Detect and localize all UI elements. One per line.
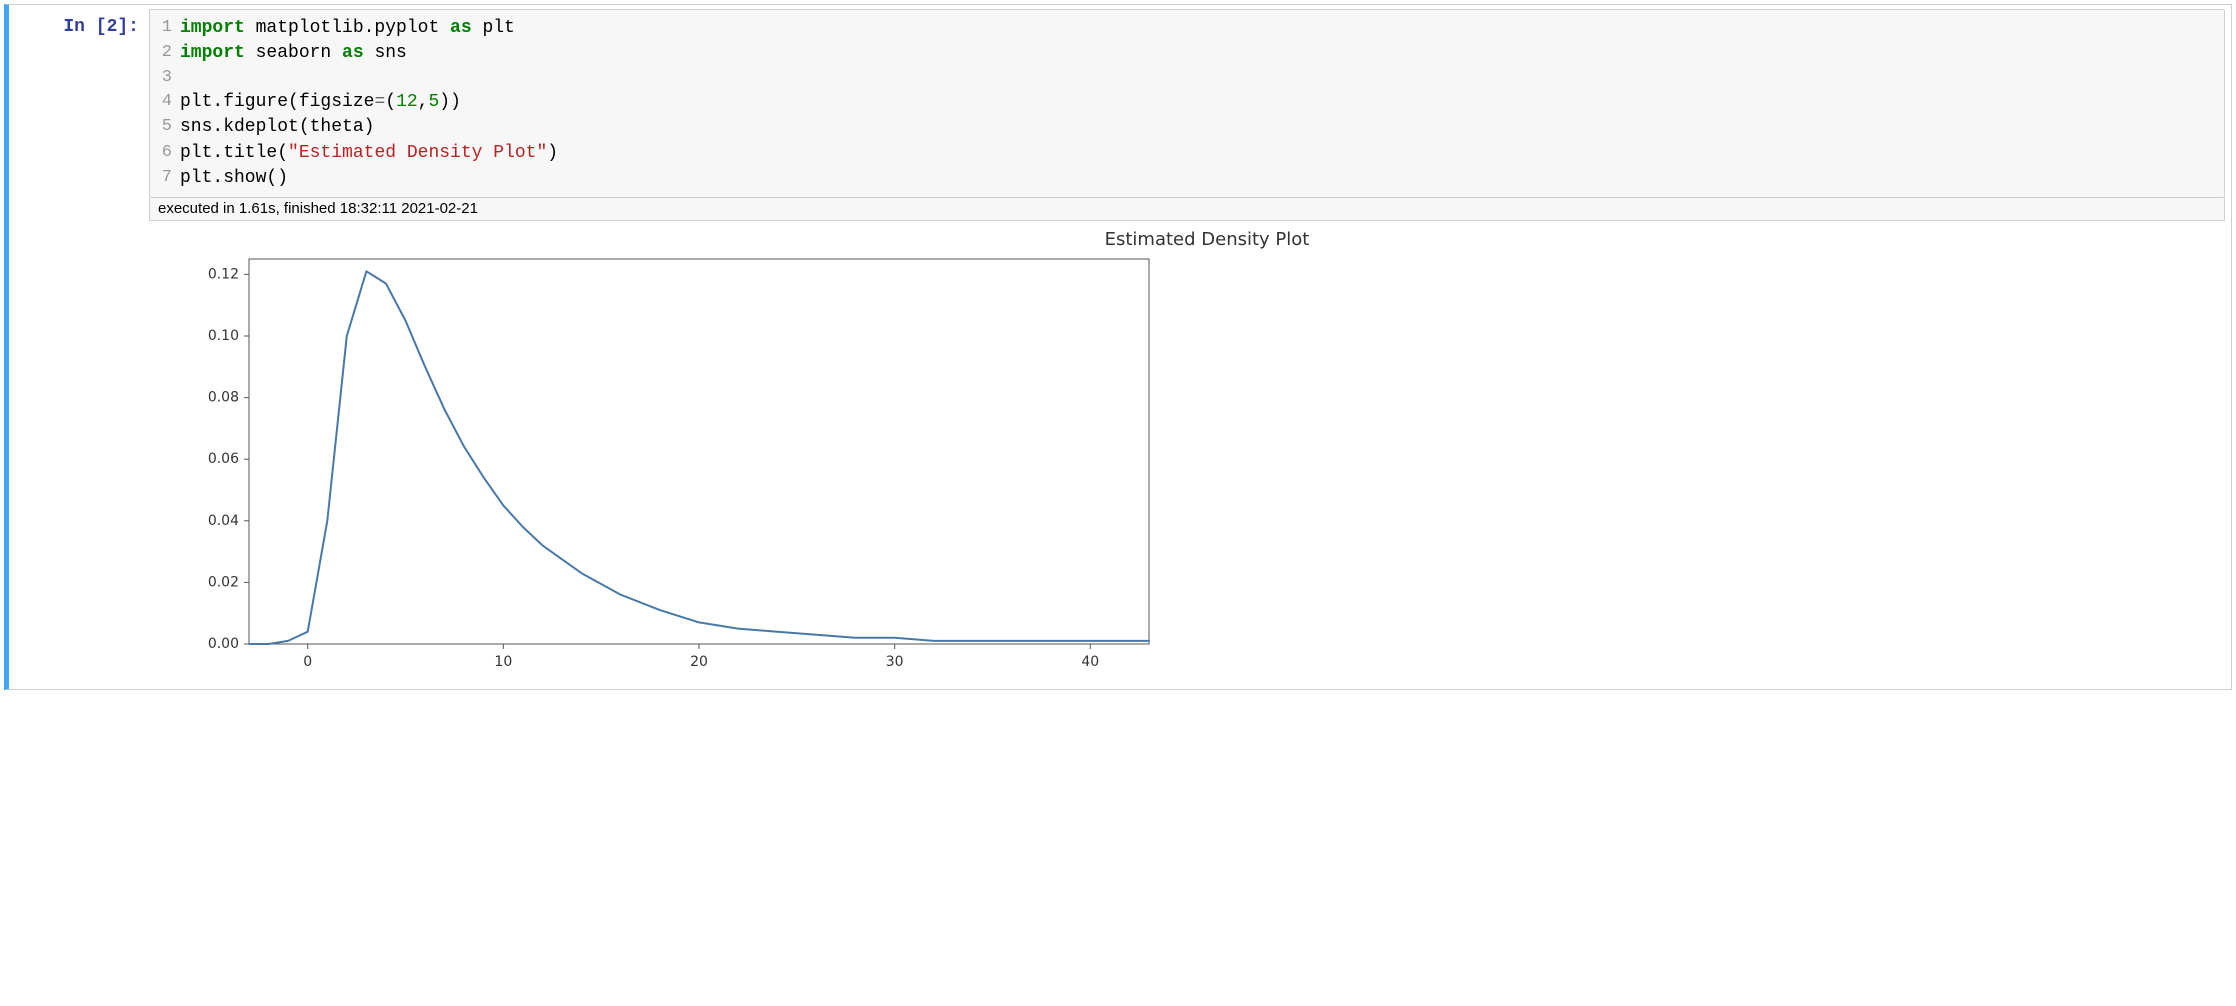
ytick-label: 0.04 (208, 513, 239, 529)
code-text[interactable]: sns.kdeplot(theta) (180, 115, 2224, 140)
line-number: 5 (150, 115, 180, 140)
code-text[interactable] (180, 66, 2224, 90)
code-text[interactable]: plt.show() (180, 166, 2224, 191)
chart: Estimated Density Plot 0.000.020.040.060… (189, 229, 2225, 679)
density-line (249, 271, 1149, 644)
output-area: Estimated Density Plot 0.000.020.040.060… (149, 221, 2225, 679)
ytick-label: 0.00 (208, 636, 239, 652)
input-prompt: In [2]: (9, 5, 149, 689)
ytick-label: 0.10 (208, 328, 239, 344)
chart-title: Estimated Density Plot (189, 229, 2225, 250)
xtick-label: 0 (303, 654, 312, 670)
xtick-label: 10 (494, 654, 512, 670)
line-number: 1 (150, 16, 180, 41)
code-line[interactable]: 7plt.show() (150, 166, 2224, 191)
ytick-label: 0.02 (208, 574, 239, 590)
cell-body: 1import matplotlib.pyplot as plt2import … (149, 5, 2231, 689)
code-lines[interactable]: 1import matplotlib.pyplot as plt2import … (150, 10, 2224, 197)
line-number: 4 (150, 90, 180, 115)
code-text[interactable]: import seaborn as sns (180, 41, 2224, 66)
code-text[interactable]: import matplotlib.pyplot as plt (180, 16, 2224, 41)
ytick-label: 0.06 (208, 451, 239, 467)
xtick-label: 30 (886, 654, 904, 670)
notebook-cell: In [2]: 1import matplotlib.pyplot as plt… (4, 4, 2232, 690)
code-text[interactable]: plt.title("Estimated Density Plot") (180, 141, 2224, 166)
code-line[interactable]: 4plt.figure(figsize=(12,5)) (150, 90, 2224, 115)
plot-border (249, 259, 1149, 644)
ytick-label: 0.12 (208, 266, 239, 282)
line-number: 6 (150, 141, 180, 166)
ytick-label: 0.08 (208, 390, 239, 406)
line-number: 7 (150, 166, 180, 191)
density-plot: 0.00 0.02 0.04 0.06 0.08 0.10 0.12 0 10 20 30 40 (189, 254, 1159, 674)
xtick-label: 40 (1081, 654, 1099, 670)
code-line[interactable]: 1import matplotlib.pyplot as plt (150, 16, 2224, 41)
code-line[interactable]: 6plt.title("Estimated Density Plot") (150, 141, 2224, 166)
code-text[interactable]: plt.figure(figsize=(12,5)) (180, 90, 2224, 115)
line-number: 3 (150, 66, 180, 90)
execution-info: executed in 1.61s, finished 18:32:11 202… (149, 198, 2225, 221)
xtick-label: 20 (690, 654, 708, 670)
line-number: 2 (150, 41, 180, 66)
code-line[interactable]: 5sns.kdeplot(theta) (150, 115, 2224, 140)
code-line[interactable]: 3 (150, 66, 2224, 90)
code-input-area[interactable]: 1import matplotlib.pyplot as plt2import … (149, 9, 2225, 198)
code-line[interactable]: 2import seaborn as sns (150, 41, 2224, 66)
